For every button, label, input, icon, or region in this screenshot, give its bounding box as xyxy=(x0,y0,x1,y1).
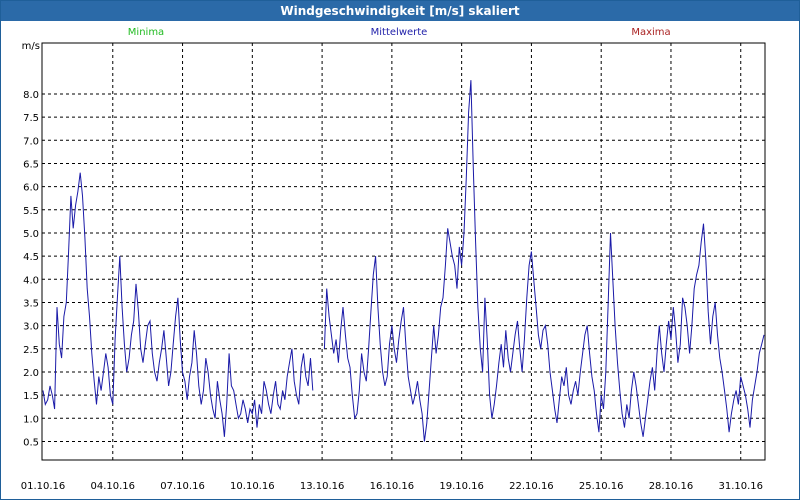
x-tick-label: 07.10.16 xyxy=(160,481,205,492)
x-tick-label: 31.10.16 xyxy=(718,481,763,492)
x-tick-label: 04.10.16 xyxy=(91,481,136,492)
y-axis-ticks: 0.5 1.0 1.5 2.0 2.5 3.0 3.5 4.0 4.5 5.0 5.5 6.0 6.5 7… xyxy=(23,90,39,449)
legend-mittelwerte: Mittelwerte xyxy=(371,27,428,38)
legend-maxima: Maxima xyxy=(631,27,670,38)
y-tick-label: 3.0 xyxy=(23,322,39,333)
y-tick-label: 4.5 xyxy=(23,252,39,263)
y-tick-label: 0.5 xyxy=(23,437,39,448)
y-tick-label: 5.5 xyxy=(23,206,39,217)
x-tick-label: 16.10.16 xyxy=(370,481,415,492)
y-tick-label: 2.5 xyxy=(23,345,39,356)
y-tick-label: 1.0 xyxy=(23,414,39,425)
y-tick-label: 7.0 xyxy=(23,136,39,147)
y-axis-unit: m/s xyxy=(22,41,40,52)
y-tick-label: 6.5 xyxy=(23,159,39,170)
x-tick-label: 10.10.16 xyxy=(230,481,275,492)
y-tick-label: 5.0 xyxy=(23,229,39,240)
chart-window: Windgeschwindigkeit [m/s] skaliert Minim… xyxy=(0,0,800,500)
x-axis-ticks: 01.10.16 04.10.16 07.10.16 10.10.16 13.10.16… xyxy=(21,481,763,492)
x-tick-label: 01.10.16 xyxy=(21,481,66,492)
x-tick-label: 28.10.16 xyxy=(649,481,694,492)
y-tick-label: 6.0 xyxy=(23,183,39,194)
x-tick-label: 25.10.16 xyxy=(579,481,624,492)
y-tick-label: 1.5 xyxy=(23,391,39,402)
x-tick-label: 13.10.16 xyxy=(300,481,345,492)
y-tick-label: 3.5 xyxy=(23,298,39,309)
y-tick-label: 7.5 xyxy=(23,113,39,124)
x-tick-label: 22.10.16 xyxy=(509,481,554,492)
x-tick-label: 19.10.16 xyxy=(439,481,484,492)
y-tick-label: 8.0 xyxy=(23,90,39,101)
chart-title: Windgeschwindigkeit [m/s] skaliert xyxy=(1,1,799,21)
plot-area xyxy=(41,42,766,461)
legend-minima: Minima xyxy=(128,27,164,38)
wind-speed-chart: Minima Mittelwerte Maxima m/s 0.5 1.0 1.5 2… xyxy=(21,27,766,492)
y-tick-label: 2.0 xyxy=(23,368,39,379)
y-tick-label: 4.0 xyxy=(23,275,39,286)
